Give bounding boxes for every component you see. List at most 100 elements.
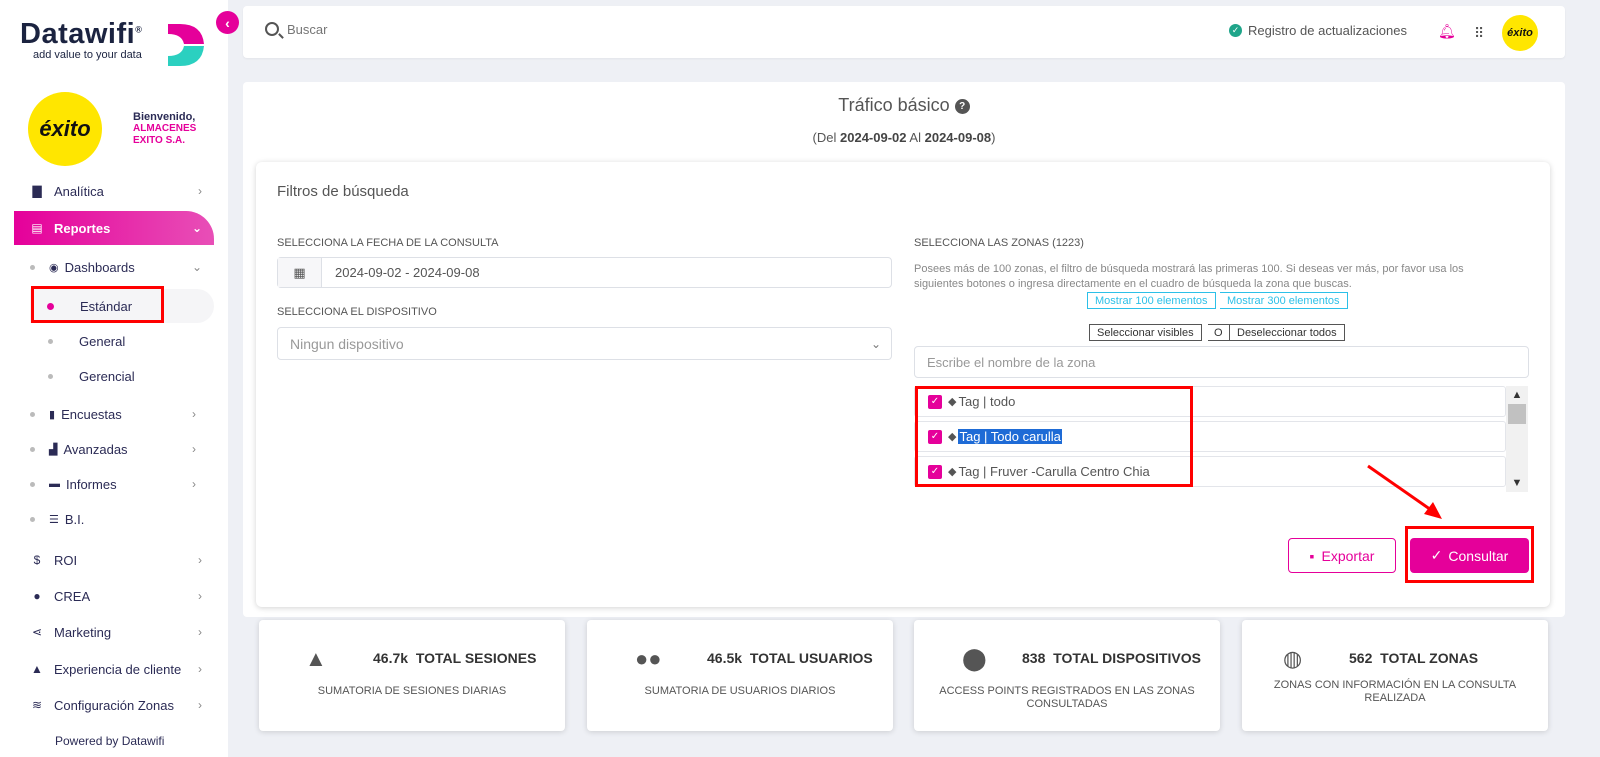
sidebar-item-label: Reportes	[54, 220, 111, 236]
bullet-icon	[30, 481, 35, 487]
sidebar-item-label: Experiencia de cliente	[54, 661, 182, 677]
stat-description: SUMATORIA DE USUARIOS DIARIOS	[644, 685, 836, 697]
file-icon: ▤	[31, 221, 43, 235]
updates-label: Registro de actualizaciones	[1248, 23, 1407, 38]
bell-icon[interactable]: 🔔︎	[1438, 23, 1456, 40]
show-300-button[interactable]: Mostrar 300 elementos	[1220, 292, 1348, 309]
sidebar-item-label: General	[79, 333, 126, 349]
wifi-icon: ≋	[31, 698, 43, 712]
bullet-icon	[30, 446, 35, 452]
chevron-right-icon: ›	[192, 442, 196, 456]
brand-logo: éxito	[28, 92, 102, 166]
chevron-right-icon: ›	[198, 662, 202, 676]
chevron-right-icon: ›	[192, 407, 196, 421]
show-100-button[interactable]: Mostrar 100 elementos	[1087, 292, 1216, 309]
stat-card-sessions: ▲ 46.7k TOTAL SESIONES SUMATORIA DE SESI…	[259, 620, 565, 731]
sidebar-item-label: Avanzadas	[63, 441, 128, 457]
company-name-line1: ALMACENES	[133, 123, 197, 134]
collapse-sidebar-button[interactable]: ‹	[216, 11, 239, 34]
company-name-line2: EXITO S.A.	[133, 135, 186, 146]
page-title: Tráfico básico ?	[243, 95, 1565, 116]
stat-description: ACCESS POINTS REGISTRADOS EN LAS ZONAS C…	[939, 685, 1195, 710]
or-separator: O	[1208, 324, 1229, 341]
bar-chart-icon: ▟	[49, 443, 58, 456]
thumbs-up-icon: ▲	[31, 662, 43, 676]
tag-icon: ◆	[948, 396, 957, 408]
chevron-down-icon[interactable]: ▼	[1506, 474, 1528, 492]
bullet-icon	[48, 373, 53, 379]
sidebar-item-encuestas[interactable]: ▮ Encuestas ›	[30, 401, 196, 427]
sidebar-item-dashboards[interactable]: ◉ Dashboards ⌄	[30, 254, 202, 280]
deselect-all-button[interactable]: Deseleccionar todos	[1229, 324, 1345, 341]
sidebar-item-label: ROI	[54, 552, 78, 568]
checkbox-checked-icon[interactable]: ✓	[928, 464, 942, 479]
date-range: (Del 2024-09-02 Al 2024-09-08)	[812, 130, 996, 145]
logo-registered: ®	[135, 24, 143, 35]
zone-item-label: Tag | Todo carulla	[958, 429, 1062, 444]
select-visible-button[interactable]: Seleccionar visibles	[1089, 324, 1202, 341]
check-circle-icon: ✓	[1229, 24, 1242, 37]
sidebar-item-experiencia[interactable]: ▲ Experiencia de cliente ›	[14, 654, 214, 684]
avatar[interactable]: éxito	[1502, 15, 1538, 51]
zone-search-input[interactable]: Escribe el nombre de la zona	[914, 346, 1529, 378]
stat-value: 46.7k TOTAL SESIONES	[373, 650, 537, 666]
annotation-arrow	[1367, 464, 1442, 519]
chevron-right-icon: ›	[198, 698, 202, 712]
sidebar-item-roi[interactable]: $ ROI ›	[14, 545, 214, 575]
map-pin-icon: ⬤	[962, 646, 987, 671]
zone-item[interactable]: ✓ ◆ Tag | Todo carulla	[914, 421, 1506, 452]
sidebar-item-informes[interactable]: ▬ Informes ›	[30, 471, 196, 497]
zone-list-scrollbar[interactable]: ▲ ▼	[1506, 386, 1528, 492]
device-select[interactable]: Ningun dispositivo ⌄	[277, 327, 892, 360]
sidebar-item-label: Analítica	[54, 183, 104, 199]
scroll-thumb[interactable]	[1508, 404, 1526, 424]
sidebar-item-config-zonas[interactable]: ≋ Configuración Zonas ›	[14, 690, 214, 720]
sidebar-item-label: Dashboards	[64, 259, 135, 275]
checkbox-checked-icon[interactable]: ✓	[928, 394, 942, 409]
zone-item[interactable]: ✓ ◆ Tag | todo	[914, 386, 1506, 417]
bullet-active-icon	[47, 302, 54, 310]
chevron-up-icon[interactable]: ▲	[1506, 386, 1528, 404]
sidebar-item-label: Encuestas	[61, 406, 122, 422]
database-icon: ☰	[49, 513, 59, 526]
date-range-input[interactable]	[322, 258, 511, 287]
logo-text: Datawifi	[20, 18, 136, 50]
query-label: Consultar	[1448, 547, 1509, 564]
sidebar-item-estandar[interactable]: Estándar	[30, 289, 214, 323]
file-export-icon: ▪	[1309, 547, 1315, 564]
sidebar-item-marketing[interactable]: ⋖ Marketing ›	[14, 617, 214, 647]
query-button[interactable]: ✓ Consultar	[1410, 538, 1529, 573]
search-input[interactable]	[287, 22, 587, 37]
stat-card-users: ●● 46.5k TOTAL USUARIOS SUMATORIA DE USU…	[587, 620, 893, 731]
chevron-right-icon: ›	[192, 477, 196, 491]
updates-link[interactable]: ✓ Registro de actualizaciones	[1229, 23, 1407, 38]
welcome-block: Bienvenido, ALMACENES EXITO S.A.	[133, 111, 196, 147]
date-range-field[interactable]: ▦	[277, 257, 892, 288]
sidebar-item-label: B.I.	[64, 511, 85, 527]
tag-icon: ◆	[948, 431, 957, 443]
sidebar-item-avanzadas[interactable]: ▟ Avanzadas ›	[30, 436, 196, 462]
calendar-icon: ▦	[278, 258, 322, 287]
checkbox-checked-icon[interactable]: ✓	[928, 429, 942, 444]
export-button[interactable]: ▪ Exportar	[1288, 538, 1396, 573]
sidebar-item-reportes[interactable]: ▤ Reportes ⌄	[14, 211, 214, 245]
zone-search-placeholder: Escribe el nombre de la zona	[927, 354, 1096, 370]
sidebar-item-label: Gerencial	[79, 368, 135, 384]
sidebar-item-label: Configuración Zonas	[54, 697, 174, 713]
sidebar-item-analitica[interactable]: ▇ Analítica ›	[14, 176, 214, 206]
sidebar-item-gerencial[interactable]: Gerencial	[48, 364, 135, 388]
zone-item-label: Tag | todo	[958, 394, 1016, 409]
share-icon: ⋖	[31, 625, 43, 639]
search-icon[interactable]	[265, 22, 279, 36]
stat-value: 562 TOTAL ZONAS	[1349, 650, 1479, 666]
sidebar-item-bi[interactable]: ☰ B.I.	[30, 506, 84, 532]
datawifi-logo[interactable]: Datawifi® add value to your data	[20, 18, 142, 61]
sidebar-item-crea[interactable]: ● CREA ›	[14, 581, 214, 611]
sidebar-item-general[interactable]: General	[48, 329, 125, 353]
book-icon: ▬	[49, 478, 60, 490]
chevron-down-icon: ⌄	[192, 260, 203, 274]
apps-grid-icon[interactable]: ⠿	[1474, 25, 1484, 42]
help-icon[interactable]: ?	[954, 99, 970, 114]
zones-label: SELECCIONA LAS ZONAS (1223)	[914, 237, 1084, 249]
money-icon: $	[33, 553, 41, 567]
